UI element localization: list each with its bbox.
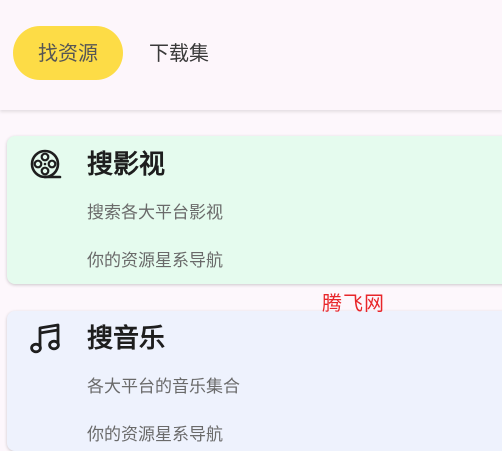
watermark-text: 腾飞网 (322, 291, 385, 315)
card-title: 搜音乐 (87, 324, 166, 354)
search-video-card[interactable]: 搜影视 搜索各大平台影视 你的资源星系导航 (7, 136, 502, 284)
tab-download-collection[interactable]: 下载集 (137, 26, 221, 80)
top-tab-bar: 找资源 下载集 (0, 0, 502, 110)
card-title: 搜影视 (87, 150, 166, 180)
card-subtitle: 各大平台的音乐集合 (87, 377, 240, 397)
tab-find-resources[interactable]: 找资源 (13, 26, 123, 80)
card-tagline: 你的资源星系导航 (87, 425, 223, 445)
card-subtitle: 搜索各大平台影视 (87, 203, 223, 223)
search-music-card[interactable]: 搜音乐 各大平台的音乐集合 你的资源星系导航 (7, 311, 502, 451)
film-reel-icon (30, 149, 62, 179)
music-note-icon (30, 323, 60, 354)
card-tagline: 你的资源星系导航 (87, 251, 223, 271)
